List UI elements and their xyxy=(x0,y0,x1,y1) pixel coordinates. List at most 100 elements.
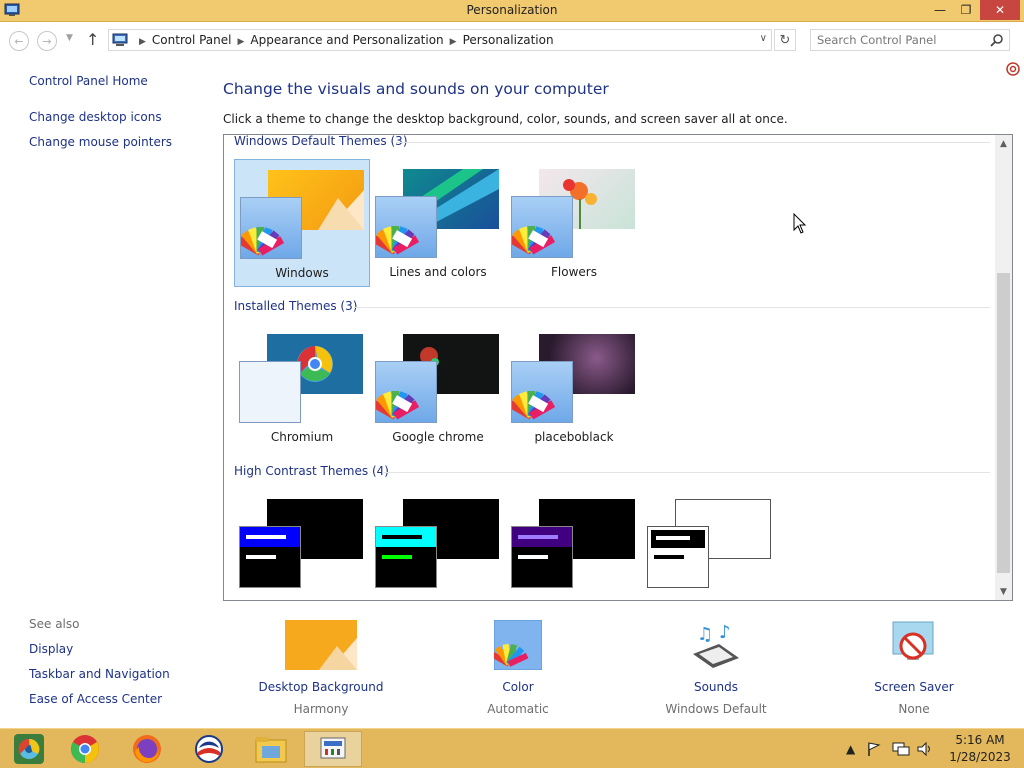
up-button[interactable]: ↑ xyxy=(86,30,99,49)
theme-high-contrast-2[interactable] xyxy=(370,489,506,600)
desktop-background-setting[interactable]: Desktop Background Harmony xyxy=(241,620,401,716)
sounds-value: Windows Default xyxy=(665,702,767,716)
theme-google-chrome[interactable]: Google chrome xyxy=(370,324,506,452)
group-label-installed: Installed Themes (3) xyxy=(234,299,358,313)
group-divider xyxy=(354,307,990,308)
theme-chromium-color-swatch xyxy=(239,361,301,423)
desktop-background-label[interactable]: Desktop Background xyxy=(241,680,401,694)
action-center-flag-icon[interactable] xyxy=(866,729,882,768)
minimize-button[interactable]: — xyxy=(928,0,952,20)
control-panel-home-link[interactable]: Control Panel Home xyxy=(29,74,148,88)
sounds-icon: ♫ ♪ xyxy=(693,622,739,668)
search-box[interactable] xyxy=(810,29,1010,51)
clock-time: 5:16 AM xyxy=(955,733,1005,747)
scroll-down-arrow-icon[interactable]: ▼ xyxy=(995,583,1012,600)
color-palette-icon xyxy=(375,361,437,423)
breadcrumb-separator-icon[interactable]: ▶ xyxy=(238,37,245,47)
theme-chromium[interactable]: Chromium xyxy=(234,324,370,452)
group-divider xyxy=(382,472,990,473)
sounds-setting[interactable]: ♫ ♪ Sounds Windows Default xyxy=(636,620,796,716)
address-dropdown-icon[interactable]: ∨ xyxy=(760,33,767,44)
ease-of-access-link[interactable]: Ease of Access Center xyxy=(29,692,162,706)
breadcrumb-separator-icon[interactable]: ▶ xyxy=(450,37,457,47)
maximize-button[interactable]: ❐ xyxy=(954,0,978,20)
theme-high-contrast-3[interactable] xyxy=(506,489,642,600)
taskbar-navigation-link[interactable]: Taskbar and Navigation xyxy=(29,667,170,681)
back-button[interactable]: ← xyxy=(9,31,29,51)
change-desktop-icons-link[interactable]: Change desktop icons xyxy=(29,110,162,124)
hc-title-line xyxy=(518,535,558,539)
change-mouse-pointers-link[interactable]: Change mouse pointers xyxy=(29,135,172,149)
refresh-button[interactable]: ↻ xyxy=(774,29,796,51)
display-link[interactable]: Display xyxy=(29,642,73,656)
taskbar-firefox[interactable] xyxy=(118,731,176,767)
control-panel-icon xyxy=(112,33,128,46)
recent-locations-dropdown[interactable]: ▼ xyxy=(66,33,73,43)
screen-saver-label[interactable]: Screen Saver xyxy=(834,680,994,694)
hc-text-line xyxy=(246,555,276,559)
theme-list-scrollbar[interactable]: ▲ ▼ xyxy=(995,135,1012,600)
group-label-high-contrast: High Contrast Themes (4) xyxy=(234,464,389,478)
scroll-up-arrow-icon[interactable]: ▲ xyxy=(995,135,1012,152)
left-task-pane: Control Panel Home Change desktop icons … xyxy=(0,58,214,728)
sounds-label[interactable]: Sounds xyxy=(636,680,796,694)
taskbar-obama-logo[interactable] xyxy=(180,731,238,767)
taskbar: ▲ 5:16 AM 1/28/2023 xyxy=(0,728,1024,768)
mouse-cursor-icon xyxy=(793,213,807,234)
color-setting[interactable]: Color Automatic xyxy=(438,620,598,716)
theme-high-contrast-1[interactable] xyxy=(234,489,370,600)
address-bar[interactable]: ▶ Control Panel ▶ Appearance and Personaliz… xyxy=(108,29,772,51)
theme-caption: Windows xyxy=(275,266,329,280)
hc-title-line xyxy=(246,535,286,539)
screen-saver-setting[interactable]: Screen Saver None xyxy=(834,620,994,716)
help-icon[interactable] xyxy=(1006,62,1020,76)
forward-arrow-icon: → xyxy=(42,34,52,48)
chrome-icon xyxy=(71,735,99,763)
taskbar-clock[interactable]: 5:16 AM 1/28/2023 xyxy=(940,732,1020,766)
theme-lines-and-colors[interactable]: Lines and colors xyxy=(370,159,506,287)
taskbar-control-panel[interactable] xyxy=(304,731,362,767)
network-icon[interactable] xyxy=(892,729,910,768)
volume-icon[interactable] xyxy=(916,729,934,768)
theme-caption: Flowers xyxy=(551,265,597,279)
refresh-icon: ↻ xyxy=(779,32,791,48)
show-hidden-icons-button[interactable]: ▲ xyxy=(846,729,855,768)
close-button[interactable]: ✕ xyxy=(980,0,1020,20)
search-input[interactable] xyxy=(817,33,985,47)
desktop-background-icon xyxy=(285,620,357,670)
taskbar-file-explorer[interactable] xyxy=(242,731,300,767)
breadcrumb-personalization[interactable]: Personalization xyxy=(463,33,554,47)
theme-windows[interactable]: Windows xyxy=(234,159,370,287)
color-palette-icon xyxy=(375,196,437,258)
breadcrumb-appearance[interactable]: Appearance and Personalization xyxy=(250,33,443,47)
theme-high-contrast-4[interactable] xyxy=(642,489,778,600)
page-heading: Change the visuals and sounds on your co… xyxy=(223,80,609,98)
scroll-thumb[interactable] xyxy=(997,273,1010,573)
search-icon[interactable] xyxy=(990,33,1004,47)
breadcrumb-control-panel[interactable]: Control Panel xyxy=(152,33,232,47)
forward-button[interactable]: → xyxy=(37,31,57,51)
theme-caption: Google chrome xyxy=(392,430,484,444)
theme-hc2-preview xyxy=(375,526,437,588)
svg-text:♪: ♪ xyxy=(719,622,731,643)
color-label[interactable]: Color xyxy=(438,680,598,694)
taskbar-chromium[interactable] xyxy=(0,731,58,767)
theme-placeboblack[interactable]: placeboblack xyxy=(506,324,642,452)
firefox-icon xyxy=(133,735,161,763)
page-subtitle: Click a theme to change the desktop back… xyxy=(223,112,788,126)
breadcrumb: ▶ Control Panel ▶ Appearance and Personaliz… xyxy=(133,33,554,47)
back-arrow-icon: ← xyxy=(14,34,24,48)
hc-text-line xyxy=(518,555,548,559)
see-also-heading: See also xyxy=(29,617,80,631)
breadcrumb-separator-icon: ▶ xyxy=(139,37,146,47)
desktop-background-value: Harmony xyxy=(293,702,349,716)
theme-caption: placeboblack xyxy=(534,430,614,444)
taskbar-chrome[interactable] xyxy=(56,731,114,767)
theme-list[interactable]: Windows Default Themes (3) Windows Lines… xyxy=(223,134,1013,601)
chromium-icon xyxy=(14,734,44,764)
hc-title-line xyxy=(656,536,690,540)
theme-hc4-preview xyxy=(647,526,709,588)
theme-flowers[interactable]: Flowers xyxy=(506,159,642,287)
title-bar: Personalization — ❐ ✕ xyxy=(0,0,1024,22)
obama-logo-icon xyxy=(195,735,223,763)
